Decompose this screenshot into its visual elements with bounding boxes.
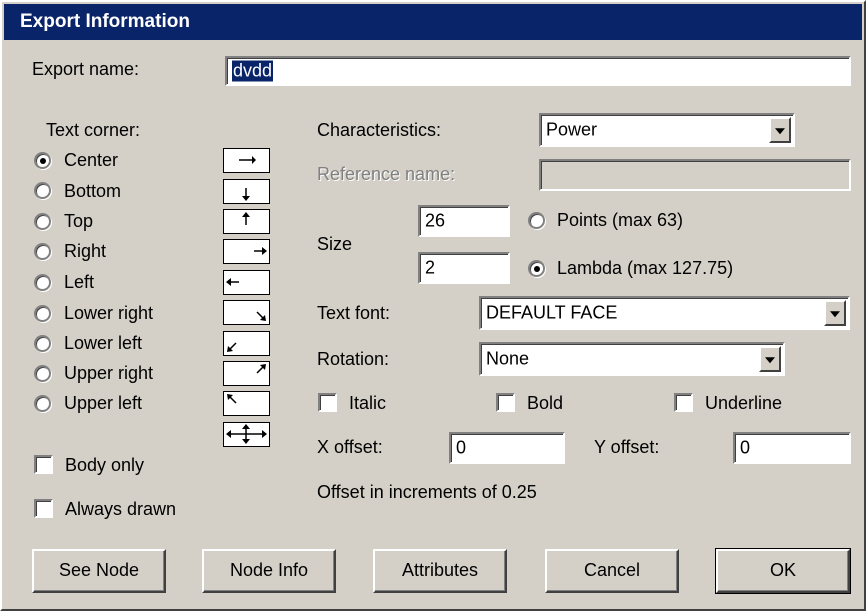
reference-name-label: Reference name:: [317, 164, 456, 184]
size-points-value: 26: [425, 210, 446, 231]
window-title: Export Information: [20, 11, 190, 32]
underline-label[interactable]: Underline: [705, 392, 782, 414]
radio-lower-left[interactable]: [34, 335, 51, 352]
radio-left[interactable]: [34, 274, 51, 291]
radio-right[interactable]: [34, 243, 51, 260]
italic-checkbox[interactable]: [318, 393, 337, 412]
rotation-label: Rotation:: [317, 349, 390, 369]
y-offset-label: Y offset:: [594, 437, 660, 457]
radio-right-label[interactable]: Right: [64, 240, 106, 262]
size-label: Size: [317, 234, 353, 254]
always-drawn-label[interactable]: Always drawn: [65, 498, 176, 520]
radio-left-label[interactable]: Left: [64, 271, 94, 293]
radio-center-label[interactable]: Center: [64, 149, 118, 171]
radio-center[interactable]: [34, 152, 51, 169]
chevron-down-icon[interactable]: [824, 300, 846, 326]
x-offset-value: 0: [456, 437, 467, 458]
radio-upper-right[interactable]: [34, 365, 51, 382]
bold-checkbox[interactable]: [496, 393, 515, 412]
italic-label[interactable]: Italic: [349, 392, 386, 414]
radio-bottom[interactable]: [34, 182, 51, 199]
radio-bottom-label[interactable]: Bottom: [64, 180, 121, 202]
points-label[interactable]: Points (max 63): [557, 209, 683, 231]
attributes-button[interactable]: Attributes: [373, 549, 507, 593]
x-offset-input[interactable]: 0: [449, 432, 565, 464]
rotation-select[interactable]: None: [479, 342, 785, 376]
anchor-upper-right-icon: [223, 361, 270, 386]
always-drawn-checkbox[interactable]: [34, 499, 53, 518]
see-node-button[interactable]: See Node: [32, 549, 166, 593]
chevron-down-icon[interactable]: [769, 117, 791, 143]
cancel-button[interactable]: Cancel: [545, 549, 679, 593]
radio-points[interactable]: [528, 212, 545, 229]
title-bar: Export Information: [4, 4, 862, 40]
anchor-lower-left-icon: [223, 331, 270, 356]
radio-upper-left[interactable]: [34, 395, 51, 412]
anchor-top-icon: [223, 209, 270, 234]
anchor-all-directions-icon: [223, 422, 270, 447]
size-lambda-value: 2: [425, 257, 436, 278]
text-font-value: DEFAULT FACE: [486, 302, 618, 323]
export-name-label: Export name:: [32, 59, 140, 79]
radio-lambda[interactable]: [528, 260, 545, 277]
body-only-label[interactable]: Body only: [65, 454, 144, 476]
export-name-input[interactable]: dvdd: [225, 56, 851, 86]
y-offset-input[interactable]: 0: [733, 432, 851, 464]
lambda-label[interactable]: Lambda (max 127.75): [557, 257, 733, 279]
node-info-button[interactable]: Node Info: [202, 549, 336, 593]
radio-lower-right[interactable]: [34, 305, 51, 322]
characteristics-select[interactable]: Power: [539, 113, 795, 147]
radio-top-label[interactable]: Top: [64, 210, 93, 232]
anchor-lower-right-icon: [223, 300, 270, 325]
characteristics-value: Power: [546, 119, 598, 140]
y-offset-value: 0: [740, 437, 751, 458]
ok-button[interactable]: OK: [715, 548, 851, 594]
radio-top[interactable]: [34, 213, 51, 230]
export-information-dialog: Export Information Export name: dvdd Tex…: [0, 0, 866, 611]
radio-upper-left-label[interactable]: Upper left: [64, 392, 142, 414]
rotation-value: None: [486, 348, 530, 369]
text-font-select[interactable]: DEFAULT FACE: [479, 296, 850, 330]
radio-lower-right-label[interactable]: Lower right: [64, 302, 153, 324]
characteristics-label: Characteristics:: [317, 120, 442, 140]
text-corner-label: Text corner:: [46, 120, 141, 140]
anchor-center-icon: [223, 148, 270, 173]
body-only-checkbox[interactable]: [34, 455, 53, 474]
bold-label[interactable]: Bold: [527, 392, 563, 414]
size-lambda-input[interactable]: 2: [418, 252, 510, 284]
reference-name-input: [539, 159, 851, 191]
anchor-left-icon: [223, 270, 270, 295]
anchor-right-icon: [223, 239, 270, 264]
anchor-upper-left-icon: [223, 391, 270, 416]
radio-upper-right-label[interactable]: Upper right: [64, 362, 153, 384]
x-offset-label: X offset:: [317, 437, 383, 457]
offset-note: Offset in increments of 0.25: [317, 482, 537, 502]
text-font-label: Text font:: [317, 303, 391, 323]
export-name-value: dvdd: [232, 60, 274, 82]
radio-lower-left-label[interactable]: Lower left: [64, 332, 142, 354]
anchor-bottom-icon: [223, 179, 270, 204]
size-points-input[interactable]: 26: [418, 205, 510, 237]
underline-checkbox[interactable]: [674, 393, 693, 412]
chevron-down-icon[interactable]: [759, 346, 781, 372]
